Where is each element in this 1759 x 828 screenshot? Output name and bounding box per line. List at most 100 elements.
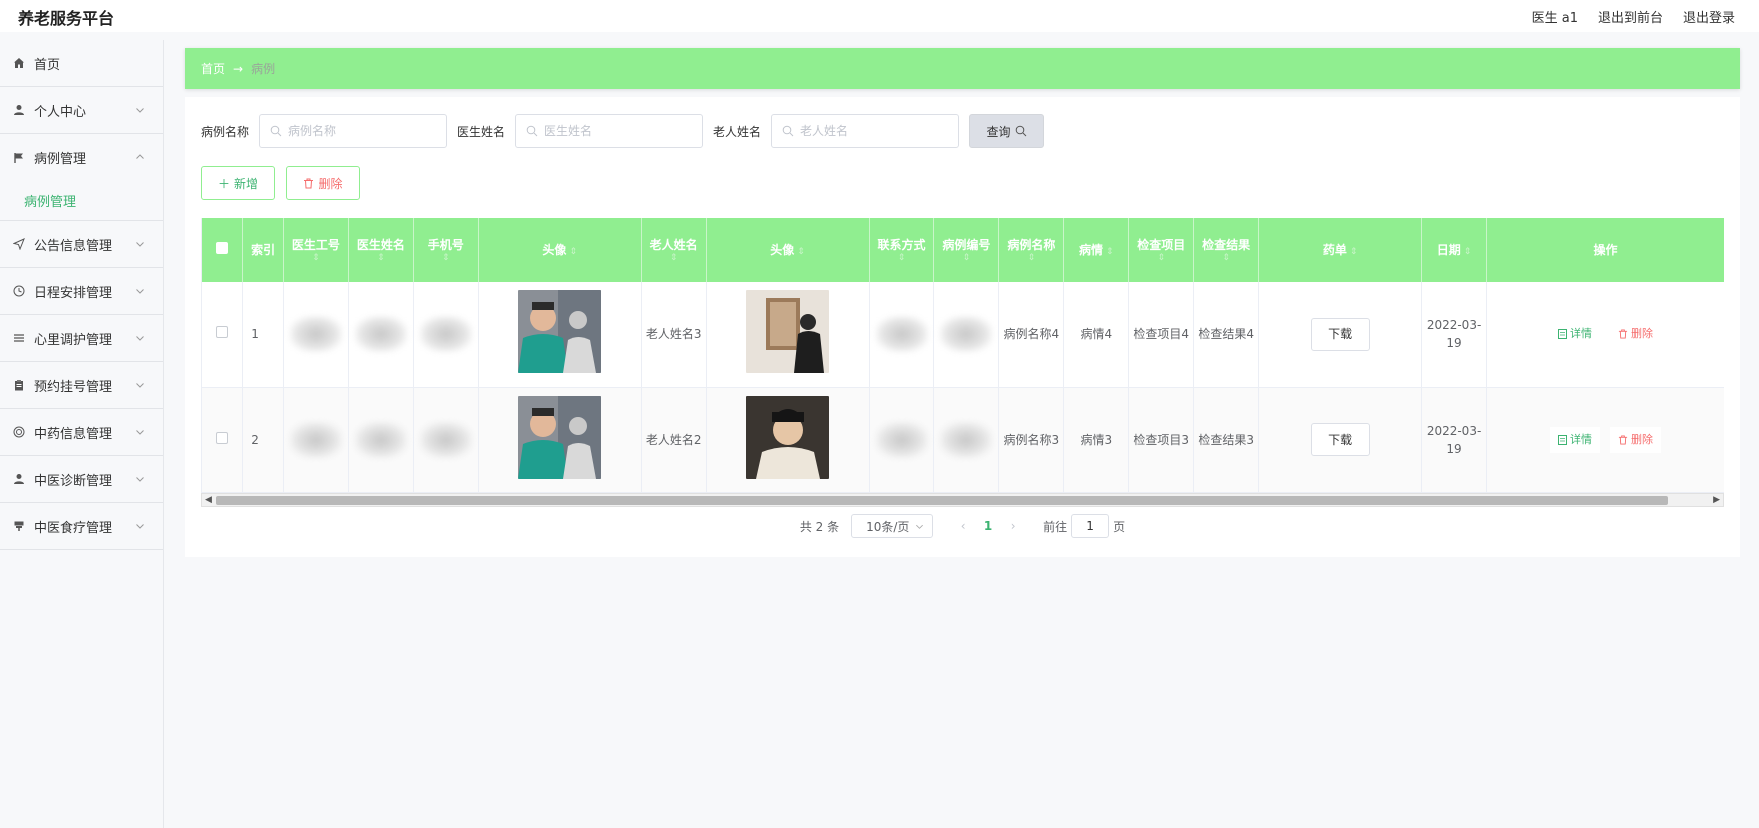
select-all-cell[interactable] [202, 218, 244, 282]
horizontal-scrollbar[interactable]: ◀ ▶ [201, 493, 1724, 507]
sort-icon[interactable]: ⇕ [416, 253, 476, 263]
phone-cell [413, 387, 479, 493]
elder-avatar-image[interactable] [746, 290, 830, 374]
sidebar-item-case-management[interactable]: 病例管理 [0, 134, 163, 181]
sidebar-item-notice[interactable]: 公告信息管理 [0, 221, 163, 268]
detail-button[interactable]: 详情 [1550, 426, 1600, 453]
prev-page-icon[interactable]: ‹ [953, 519, 973, 533]
goto-page: 前往 1 页 [1043, 514, 1125, 538]
column-header[interactable]: 检查结果 ⇕ [1193, 218, 1260, 282]
sort-icon[interactable]: ⇕ [1350, 247, 1358, 257]
bowl-icon [12, 519, 26, 533]
column-header[interactable]: 头像 ⇕ [478, 218, 642, 282]
select-all-checkbox[interactable] [216, 242, 229, 254]
table-row[interactable]: 1 老人姓名3 病例名称4 病情4 检查项目4 检查结果4 下载 2022-03… [202, 282, 1724, 388]
sort-icon[interactable]: ⇕ [1464, 247, 1472, 257]
next-page-icon[interactable]: › [1003, 519, 1023, 533]
doctor-name-field[interactable] [515, 114, 704, 148]
detail-button[interactable]: 详情 [1550, 321, 1600, 348]
elder-avatar-image[interactable] [746, 395, 830, 479]
row-delete-button[interactable]: 删除 [1610, 321, 1661, 348]
app-title: 养老服务平台 [18, 9, 115, 28]
sidebar-item-tcm-diagnosis[interactable]: 中医诊断管理 [0, 456, 163, 503]
sidebar-subitem-case-management[interactable]: 病例管理 [0, 181, 163, 221]
trash-icon [1618, 329, 1628, 339]
row-checkbox[interactable] [216, 431, 229, 444]
main-panel: 病例名称 医生姓名 老人姓名 查询 ＋ 新增 删除 [185, 97, 1740, 557]
condition-cell: 病情4 [1063, 282, 1130, 388]
action-bar: ＋ 新增 删除 [201, 166, 360, 200]
user-icon [12, 472, 26, 486]
add-button[interactable]: ＋ 新增 [201, 166, 275, 200]
case-name-field[interactable] [259, 114, 448, 148]
case-name-cell: 病例名称3 [998, 387, 1065, 493]
table-row[interactable]: 2 老人姓名2 病例名称3 病情3 检查项目3 检查结果3 下载 2022-03… [202, 387, 1724, 493]
sidebar-item-diet-therapy[interactable]: 中医食疗管理 [0, 503, 163, 550]
column-header[interactable]: 老人姓名 ⇕ [641, 218, 707, 282]
row-select-cell[interactable] [202, 387, 244, 493]
doctor-name-cell [348, 282, 414, 388]
sidebar-item-personal[interactable]: 个人中心 [0, 87, 163, 134]
download-button[interactable]: 下载 [1310, 423, 1370, 456]
query-button[interactable]: 查询 [969, 114, 1045, 148]
sort-icon[interactable]: ⇕ [1001, 253, 1061, 263]
doctor-avatar-image[interactable] [518, 395, 602, 479]
sidebar-item-home[interactable]: 首页 [0, 40, 163, 87]
sidebar-item-herb-info[interactable]: 中药信息管理 [0, 409, 163, 456]
scrollbar-thumb[interactable] [216, 496, 1668, 505]
current-user[interactable]: 医生 a1 [1532, 7, 1578, 26]
sort-icon[interactable]: ⇕ [1106, 247, 1114, 257]
page-size-select[interactable]: 10条/页 [851, 514, 934, 538]
scroll-left-icon[interactable]: ◀ [205, 495, 212, 505]
list-icon [12, 331, 26, 345]
case-name-input[interactable] [288, 124, 439, 138]
column-header[interactable]: 手机号 ⇕ [413, 218, 479, 282]
delete-button[interactable]: 删除 [286, 166, 360, 200]
sidebar-item-appointment[interactable]: 预约挂号管理 [0, 362, 163, 409]
exit-to-front-link[interactable]: 退出到前台 [1598, 7, 1663, 26]
column-header[interactable]: 病例名称 ⇕ [998, 218, 1065, 282]
page-number-current[interactable]: 1 [973, 519, 1003, 533]
scroll-right-icon[interactable]: ▶ [1713, 495, 1720, 505]
column-header[interactable]: 联系方式 ⇕ [869, 218, 935, 282]
download-button[interactable]: 下载 [1310, 317, 1370, 351]
sort-icon[interactable]: ⇕ [872, 253, 932, 263]
column-header[interactable]: 头像 ⇕ [706, 218, 870, 282]
sidebar-item-psych-care[interactable]: 心里调护管理 [0, 315, 163, 362]
row-select-cell[interactable] [202, 282, 244, 388]
elder-name-input[interactable] [800, 124, 951, 138]
document-icon [1558, 434, 1567, 445]
column-header[interactable]: 病例编号 ⇕ [933, 218, 1000, 282]
sort-icon[interactable]: ⇕ [1196, 253, 1256, 263]
sort-icon[interactable]: ⇕ [797, 247, 805, 257]
doctor-avatar-cell [478, 387, 642, 493]
breadcrumb-home[interactable]: 首页 [201, 60, 225, 77]
row-checkbox[interactable] [216, 326, 229, 339]
sidebar: 首页 个人中心 病例管理 病例管理 公告信息管理 日程安排管理 心里调护管理 预… [0, 40, 164, 828]
elder-name-field[interactable] [771, 114, 960, 148]
add-button-label: 新增 [234, 176, 259, 191]
sort-icon[interactable]: ⇕ [351, 253, 411, 263]
logout-link[interactable]: 退出登录 [1683, 7, 1735, 26]
column-header[interactable]: 检查项目 ⇕ [1128, 218, 1195, 282]
sort-icon[interactable]: ⇕ [286, 253, 346, 263]
contact-cell [869, 282, 935, 388]
column-header[interactable]: 日期 ⇕ [1421, 218, 1488, 282]
sort-icon[interactable]: ⇕ [1131, 253, 1191, 263]
date-cell: 2022-03-19 [1421, 282, 1488, 388]
column-header[interactable]: 医生姓名 ⇕ [348, 218, 414, 282]
sidebar-item-schedule[interactable]: 日程安排管理 [0, 268, 163, 315]
chevron-down-icon [136, 289, 144, 294]
column-header: 索引 [242, 218, 284, 282]
sort-icon[interactable]: ⇕ [644, 253, 704, 263]
search-icon [1015, 125, 1026, 137]
column-header[interactable]: 医生工号 ⇕ [283, 218, 349, 282]
doctor-avatar-image[interactable] [518, 290, 602, 374]
column-header[interactable]: 药单 ⇕ [1258, 218, 1423, 282]
sort-icon[interactable]: ⇕ [936, 253, 996, 263]
sort-icon[interactable]: ⇕ [569, 247, 577, 257]
row-delete-button[interactable]: 删除 [1610, 426, 1661, 453]
doctor-name-input[interactable] [544, 124, 695, 138]
column-header[interactable]: 病情 ⇕ [1063, 218, 1130, 282]
goto-page-input[interactable]: 1 [1071, 514, 1110, 538]
